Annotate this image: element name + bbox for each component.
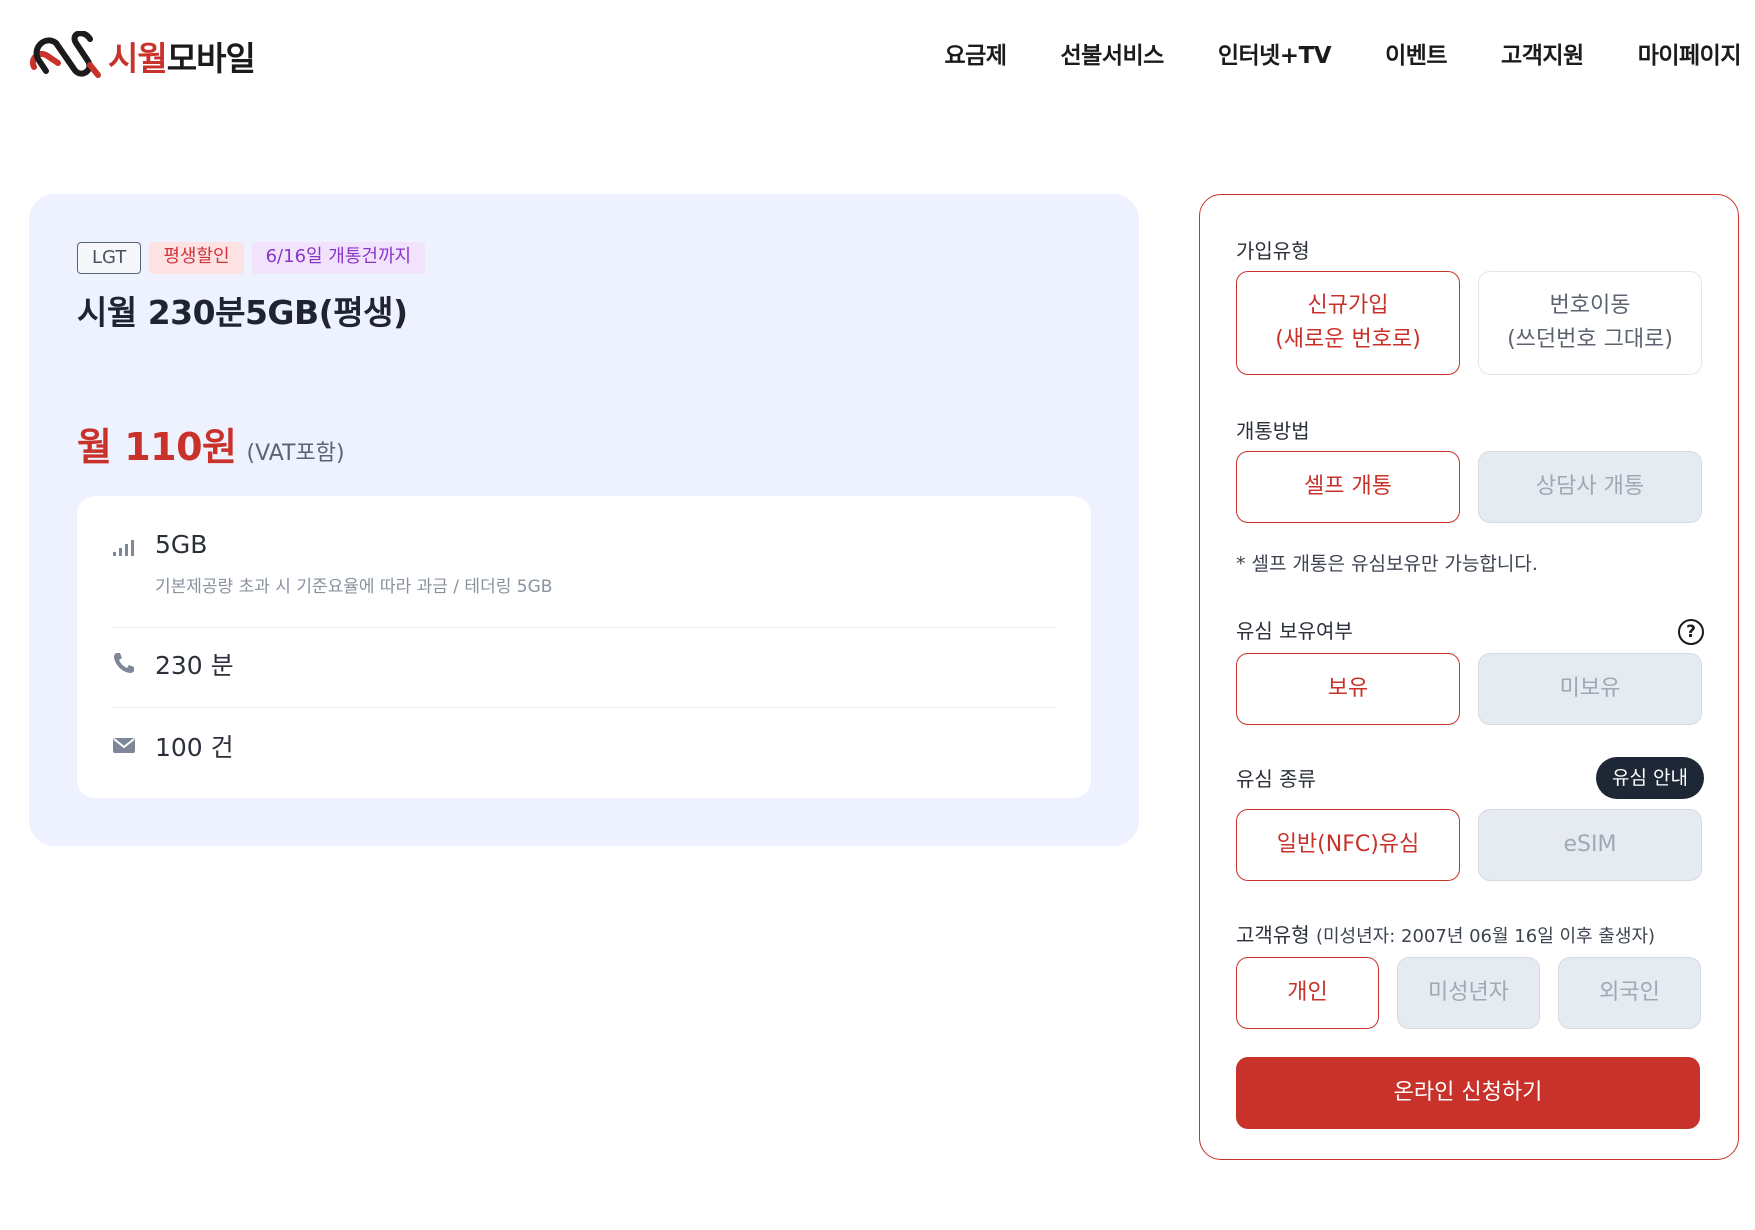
join-port-title: 번호이동 (1549, 293, 1631, 318)
help-icon[interactable]: ? (1678, 619, 1704, 645)
activation-label: 개통방법 (1236, 419, 1310, 443)
site-header: 시월모바일 요금제 선불서비스 인터넷+TV 이벤트 고객지원 마이페이지 (0, 0, 1755, 110)
customer-type-note: (미성년자: 2007년 06월 16일 이후 출생자) (1315, 926, 1656, 947)
spec-voice-row: 230 분 (111, 646, 1057, 708)
nav-item-mypage[interactable]: 마이페이지 (1638, 36, 1742, 70)
nav-item-plans[interactable]: 요금제 (945, 36, 1007, 70)
join-new-option[interactable]: 신규가입 (새로운 번호로) (1236, 271, 1460, 375)
plan-title: 시월 230분5GB(평생) (77, 293, 408, 332)
spec-data-row: 5GB 기본제공량 초과 시 기준요율에 따라 과금 / 테더링 5GB (111, 530, 1057, 628)
join-new-subtitle: (새로운 번호로) (1275, 327, 1421, 352)
customer-foreigner-option[interactable]: 외국인 (1558, 957, 1701, 1029)
activation-note: * 셀프 개통은 유심보유만 가능합니다. (1236, 553, 1538, 575)
signup-form: 가입유형 신규가입 (새로운 번호로) 번호이동 (쓰던번호 그대로) 개통방법… (1199, 194, 1739, 1160)
plan-specs: 5GB 기본제공량 초과 시 기준요율에 따라 과금 / 테더링 5GB 230… (77, 496, 1091, 798)
spec-data-amount: 5GB (155, 530, 208, 559)
usim-guide-button[interactable]: 유심 안내 (1596, 757, 1704, 799)
price-vat-note: (VAT포함) (246, 441, 345, 466)
plan-price: 월 110원 (VAT포함) (77, 416, 345, 471)
plan-badges: LGT 평생할인 6/16일 개통건까지 (77, 242, 426, 274)
signal-bars-icon (113, 540, 134, 556)
join-type-label: 가입유형 (1236, 239, 1310, 263)
spec-sms-amount: 100 건 (155, 733, 234, 762)
join-port-subtitle: (쓰던번호 그대로) (1507, 327, 1673, 352)
spec-data-note: 기본제공량 초과 시 기준요율에 따라 과금 / 테더링 5GB (155, 577, 553, 597)
join-new-title: 신규가입 (1307, 293, 1389, 318)
nav-item-prepaid[interactable]: 선불서비스 (1061, 36, 1165, 70)
usim-owned-yes-option[interactable]: 보유 (1236, 653, 1460, 725)
self-activation-option[interactable]: 셀프 개통 (1236, 451, 1460, 523)
nav-item-support[interactable]: 고객지원 (1501, 36, 1584, 70)
usim-nfc-option[interactable]: 일반(NFC)유심 (1236, 809, 1460, 881)
customer-type-title: 고객유형 (1236, 923, 1310, 947)
usim-owned-no-option[interactable]: 미보유 (1478, 653, 1702, 725)
customer-personal-option[interactable]: 개인 (1236, 957, 1379, 1029)
carrier-badge: LGT (77, 242, 142, 274)
phone-icon (114, 653, 134, 673)
logo-mark-icon (30, 31, 101, 78)
usim-owned-label: 유심 보유여부 (1236, 619, 1353, 643)
esim-option[interactable]: eSIM (1478, 809, 1702, 881)
site-logo[interactable]: 시월모바일 (28, 26, 256, 86)
customer-minor-option[interactable]: 미성년자 (1397, 957, 1540, 1029)
nav-item-events[interactable]: 이벤트 (1385, 36, 1447, 70)
logo-text: 시월모바일 (108, 39, 256, 78)
online-apply-button[interactable]: 온라인 신청하기 (1236, 1057, 1700, 1129)
spec-sms-row: 100 건 (111, 728, 1057, 768)
customer-type-label: 고객유형 (미성년자: 2007년 06월 16일 이후 출생자) (1236, 919, 1655, 948)
deadline-badge: 6/16일 개통건까지 (251, 242, 426, 274)
main-nav: 요금제 선불서비스 인터넷+TV 이벤트 고객지원 마이페이지 (891, 36, 1742, 70)
nav-item-internet-tv[interactable]: 인터넷+TV (1218, 36, 1332, 70)
join-port-option[interactable]: 번호이동 (쓰던번호 그대로) (1478, 271, 1702, 375)
envelope-icon (113, 738, 135, 753)
price-amount: 월 110원 (77, 425, 237, 469)
spec-voice-amount: 230 분 (155, 651, 234, 680)
agent-activation-option[interactable]: 상담사 개통 (1478, 451, 1702, 523)
discount-badge: 평생할인 (149, 242, 244, 274)
plan-card: LGT 평생할인 6/16일 개통건까지 시월 230분5GB(평생) 월 11… (29, 194, 1139, 846)
usim-type-label: 유심 종류 (1236, 767, 1316, 791)
